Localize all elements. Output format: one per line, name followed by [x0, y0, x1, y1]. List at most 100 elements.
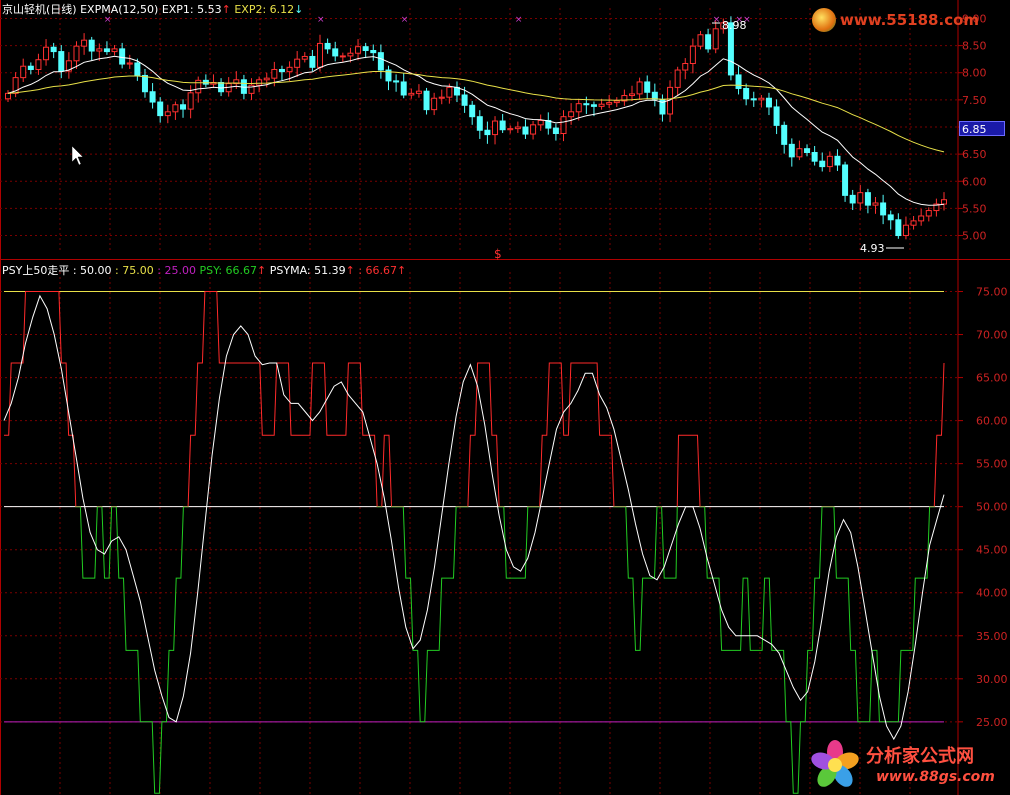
- candle-body: [180, 104, 187, 110]
- candle-body: [81, 39, 88, 47]
- psy-line-75-value: : 75.00: [115, 264, 154, 277]
- psy-indicator-name: PSY上50走平: [2, 264, 70, 277]
- candle-body: [27, 65, 34, 70]
- candle-body: [788, 143, 795, 158]
- candle-body: [355, 46, 362, 54]
- candle-body: [712, 28, 719, 50]
- candle-body: [141, 74, 148, 93]
- psyma-value: PSYMA: 51.39: [269, 264, 346, 277]
- psy-axis-tick-label: 40.00: [976, 587, 1008, 600]
- candle-body: [796, 148, 803, 158]
- candle-body: [583, 103, 590, 106]
- candle-body: [172, 104, 179, 113]
- candle-body: [781, 124, 788, 145]
- chart-window: 5.005.506.006.507.007.508.008.509.00××××…: [0, 0, 1010, 795]
- exp1-line: [7, 55, 945, 206]
- candle-body: [682, 63, 689, 71]
- candle-body: [377, 52, 384, 71]
- candle-body: [507, 128, 514, 131]
- psy-red-value: : 66.67: [358, 264, 398, 277]
- candle-body: [918, 215, 925, 222]
- flower-logo-icon: [811, 740, 859, 787]
- candle-body: [73, 45, 80, 62]
- candle-body: [750, 98, 757, 101]
- candle-body: [332, 48, 339, 57]
- price-axis-tick-label: 8.50: [962, 40, 987, 53]
- psy-line-above: [4, 291, 945, 507]
- psy-value: PSY: 66.67: [199, 264, 258, 277]
- candle-body: [758, 97, 765, 101]
- candle-body: [119, 48, 126, 65]
- signal-marker: ×: [515, 15, 523, 25]
- signal-marker: ×: [317, 15, 325, 25]
- candle-body: [568, 111, 575, 118]
- candle-body: [804, 148, 811, 154]
- exp1-value: EXP1: 5.53: [161, 3, 222, 16]
- high-price-annotation: 8.98: [722, 19, 747, 32]
- candle-body: [317, 42, 323, 68]
- psy-line-50-value: : 50.00: [72, 264, 112, 277]
- candle-body: [362, 46, 369, 51]
- price-axis-tick-label: 6.50: [962, 148, 987, 161]
- candle-body: [910, 220, 917, 226]
- top-indicator-header: 京山轻机(日线) EXPMA(12,50) EXP1: 5.53↑ EXP2: …: [2, 1, 303, 17]
- candle-body: [689, 45, 696, 65]
- stock-name: 京山轻机(日线): [2, 3, 77, 16]
- candle-body: [819, 160, 826, 168]
- psy-axis-tick-label: 65.00: [976, 372, 1008, 385]
- candle-body: [811, 152, 818, 162]
- candle-body: [606, 102, 613, 105]
- candle-body: [256, 79, 263, 86]
- candle-body: [5, 92, 11, 100]
- candle-body: [50, 46, 57, 53]
- candle-body: [96, 48, 103, 52]
- candle-body: [598, 103, 605, 107]
- candle-body: [629, 93, 635, 97]
- candle-body: [324, 42, 331, 50]
- top-logo-text: www.55188.com: [840, 11, 980, 29]
- candle-body: [438, 96, 445, 99]
- mouse-cursor-icon: [71, 145, 84, 166]
- psy-axis-tick-label: 45.00: [976, 544, 1008, 557]
- candle-body: [522, 126, 529, 135]
- candle-body: [484, 129, 491, 136]
- candle-body: [765, 97, 772, 108]
- candle-body: [461, 94, 468, 106]
- candle-body: [773, 106, 780, 126]
- psy-up-arrow-icon: ↑: [257, 264, 267, 277]
- psy-axis-tick-label: 70.00: [976, 329, 1008, 342]
- signal-marker: ×: [401, 15, 409, 25]
- candle-body: [651, 91, 658, 100]
- candle-body: [164, 111, 171, 117]
- candle-body: [636, 81, 643, 95]
- psyma-line: [3, 294, 945, 741]
- candle-body: [644, 81, 651, 93]
- psy-axis-tick-label: 50.00: [976, 501, 1008, 514]
- candle-body: [301, 55, 308, 60]
- psy-axis-tick-label: 35.00: [976, 630, 1008, 643]
- bottom-logo-url: www.88gs.com: [876, 769, 995, 785]
- globe-logo-icon: [812, 8, 836, 32]
- dollar-marker-icon: $: [494, 247, 502, 261]
- candle-body: [446, 86, 453, 98]
- candle-body: [431, 97, 438, 111]
- candle-body: [134, 62, 141, 76]
- chart-canvas: 5.005.506.006.507.007.508.008.509.00××××…: [0, 0, 1010, 795]
- price-axis-tick-label: 8.00: [962, 67, 987, 80]
- candle-body: [339, 55, 346, 58]
- candle-body: [552, 127, 559, 135]
- expma-indicator-label: EXPMA(12,50): [80, 3, 159, 16]
- candle-body: [560, 116, 567, 135]
- psy-axis-tick-label: 75.00: [976, 286, 1008, 299]
- exp2-line: [7, 71, 945, 153]
- current-price-tag: 6.85: [959, 121, 1005, 136]
- bottom-logo-title: 分析家公式网: [866, 746, 974, 767]
- candle-body: [423, 90, 430, 111]
- candle-body: [103, 48, 110, 53]
- candle-body: [530, 124, 537, 135]
- price-axis-tick-label: 6.00: [962, 175, 987, 188]
- candle-body: [575, 103, 582, 113]
- candle-body: [271, 68, 278, 79]
- candle-body: [872, 202, 879, 206]
- candle-body: [705, 34, 712, 50]
